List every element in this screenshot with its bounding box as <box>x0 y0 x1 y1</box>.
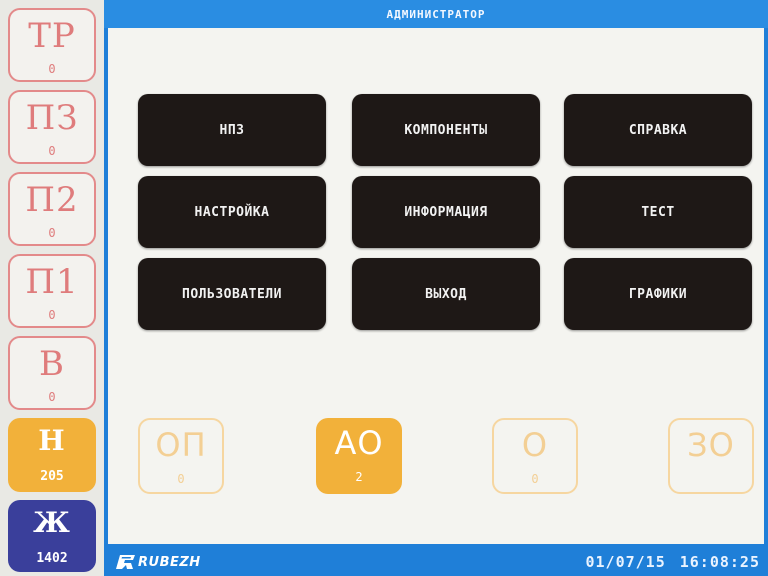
sidebar-item-p1[interactable]: П1 0 <box>8 254 96 328</box>
sidebar-item-p2[interactable]: П2 0 <box>8 172 96 246</box>
status-tile-o[interactable]: О 0 <box>492 418 578 494</box>
brand-logo-text: RUBEZH <box>138 554 201 570</box>
sidebar-item-count: 0 <box>48 226 56 240</box>
status-tile-label: ОП <box>155 426 207 464</box>
test-button[interactable]: ТЕСТ <box>564 176 752 248</box>
users-button[interactable]: ПОЛЬЗОВАТЕЛИ <box>138 258 326 330</box>
rubezh-logo-icon <box>116 555 135 569</box>
status-bar: RUBEZH 01/07/15 16:08:25 <box>104 548 768 576</box>
sidebar-item-count: 0 <box>48 308 56 322</box>
graphs-button[interactable]: ГРАФИКИ <box>564 258 752 330</box>
brand-logo: RUBEZH <box>116 553 201 571</box>
status-tile-label: О <box>521 426 549 464</box>
sidebar-item-tr[interactable]: ТР 0 <box>8 8 96 82</box>
sidebar-item-label: Н <box>38 424 66 457</box>
sidebar-item-count: 1402 <box>36 551 68 566</box>
sidebar-item-n[interactable]: Н 205 <box>8 418 96 492</box>
title-bar: АДМИНИСТРАТОР <box>104 0 768 28</box>
information-button[interactable]: ИНФОРМАЦИЯ <box>352 176 540 248</box>
sidebar-item-count: 0 <box>48 390 56 404</box>
sidebar-item-label: В <box>39 344 65 384</box>
status-tile-ao[interactable]: АО 2 <box>316 418 402 494</box>
page-title: АДМИНИСТРАТОР <box>386 8 486 21</box>
status-tile-count: 0 <box>177 472 185 486</box>
datetime-display: 01/07/15 16:08:25 <box>586 553 761 571</box>
date-text: 01/07/15 <box>585 553 666 571</box>
status-tile-zo[interactable]: ЗО <box>668 418 754 494</box>
time-text: 16:08:25 <box>679 553 760 571</box>
components-button[interactable]: КОМПОНЕНТЫ <box>352 94 540 166</box>
sidebar: ТР 0 ПЗ 0 П2 0 П1 0 В 0 Н 205 Ж 1402 <box>0 0 104 576</box>
status-tile-label: ЗО <box>687 426 735 464</box>
sidebar-item-count: 205 <box>40 469 64 484</box>
sidebar-item-label: ПЗ <box>25 98 79 138</box>
status-tile-label: АО <box>334 424 384 462</box>
status-tile-count: 0 <box>531 472 539 486</box>
sidebar-item-v[interactable]: В 0 <box>8 336 96 410</box>
status-tile-op[interactable]: ОП 0 <box>138 418 224 494</box>
sidebar-item-label: П1 <box>25 262 79 302</box>
status-tile-count: 2 <box>355 470 363 484</box>
npz-button[interactable]: НПЗ <box>138 94 326 166</box>
main-frame: АДМИНИСТРАТОР НПЗ КОМПОНЕНТЫ СПРАВКА НАС… <box>104 0 768 576</box>
screen: ТР 0 ПЗ 0 П2 0 П1 0 В 0 Н 205 Ж 1402 АДМ… <box>0 0 768 576</box>
sidebar-item-pz[interactable]: ПЗ 0 <box>8 90 96 164</box>
sidebar-item-count: 0 <box>48 144 56 158</box>
sidebar-item-label: П2 <box>25 180 79 220</box>
sidebar-item-zh[interactable]: Ж 1402 <box>8 500 96 572</box>
sidebar-item-label: Ж <box>33 506 71 539</box>
sidebar-item-count: 0 <box>48 62 56 76</box>
sidebar-item-label: ТР <box>28 16 76 56</box>
settings-button[interactable]: НАСТРОЙКА <box>138 176 326 248</box>
help-button[interactable]: СПРАВКА <box>564 94 752 166</box>
exit-button[interactable]: ВЫХОД <box>352 258 540 330</box>
main-content: НПЗ КОМПОНЕНТЫ СПРАВКА НАСТРОЙКА ИНФОРМА… <box>108 28 764 544</box>
